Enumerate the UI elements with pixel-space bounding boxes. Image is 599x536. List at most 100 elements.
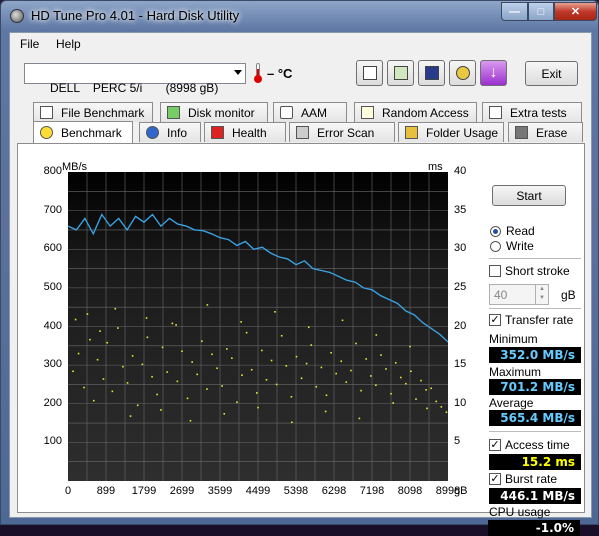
access-time-point [86, 313, 89, 315]
read-label: Read [506, 224, 535, 238]
access-time-point [111, 390, 114, 393]
short-stroke-input[interactable]: 40 ▲ ▼ [489, 284, 549, 305]
menu-file[interactable]: File [20, 37, 39, 51]
drive-select-value: DELL PERC 5/i (8998 gB) [50, 81, 219, 95]
access-time-point [425, 389, 427, 391]
read-radio[interactable] [490, 226, 501, 237]
access-time-point [145, 317, 148, 319]
access-time-point [241, 374, 243, 376]
access-time-point [300, 377, 303, 380]
transfer-rate-checkbox[interactable]: ✓ [489, 314, 501, 326]
access-time-point [77, 352, 80, 355]
y-tick-left: 200 [43, 396, 62, 409]
tab-extra-tests[interactable]: Extra tests [482, 102, 582, 122]
access-time-point [399, 376, 402, 379]
y-tick-left: 700 [43, 203, 62, 216]
access-time-point [74, 318, 77, 321]
x-tick: 4499 [245, 485, 271, 497]
maximum-label: Maximum [489, 365, 542, 379]
tab-info[interactable]: Info [139, 122, 201, 142]
access-time-point [275, 383, 278, 386]
benchmark-panel: MB/s ms 800 700 600 500 400 300 200 100 40 35 30 2… [17, 143, 585, 519]
access-time-point [315, 385, 318, 388]
minimum-value: 352.0 MB/s [489, 347, 581, 363]
tab-benchmark[interactable]: Benchmark [33, 121, 133, 143]
x-tick: 3599 [207, 485, 233, 497]
access-time-point [211, 353, 213, 356]
y-tick-right: 30 [454, 242, 467, 255]
access-time-point [392, 402, 394, 404]
access-time-point [394, 362, 397, 364]
access-time-point [231, 357, 233, 359]
access-time-label: Access time [505, 438, 570, 452]
access-time-point [83, 386, 85, 389]
access-time-point [151, 375, 153, 378]
benchmark-icon [40, 126, 53, 139]
spinner-icon[interactable]: ▲ ▼ [535, 285, 548, 304]
window-title: HD Tune Pro 4.01 - Hard Disk Utility [31, 8, 240, 23]
burst-rate-value: 446.1 MB/s [489, 488, 581, 504]
access-time-point [305, 362, 308, 365]
write-radio[interactable] [490, 241, 501, 252]
tab-erase[interactable]: Erase [508, 122, 583, 142]
access-time-point [370, 375, 372, 377]
access-time-point [375, 334, 378, 336]
tab-disk-monitor[interactable]: Disk monitor [160, 102, 268, 122]
tab-folder-usage[interactable]: Folder Usage [398, 122, 504, 142]
x-tick: 1799 [131, 485, 157, 497]
menu-help[interactable]: Help [56, 37, 81, 51]
maximize-button[interactable]: □ [528, 2, 554, 21]
access-time-point [117, 327, 119, 329]
save-button[interactable] [418, 60, 445, 86]
app-icon [10, 9, 24, 23]
short-stroke-checkbox[interactable] [489, 265, 501, 277]
short-stroke-label: Short stroke [505, 264, 570, 278]
info-icon [146, 126, 159, 139]
options-button[interactable] [449, 60, 476, 86]
access-time-point [175, 324, 177, 326]
burst-rate-checkbox[interactable]: ✓ [489, 473, 501, 485]
y-tick-left: 800 [43, 165, 62, 177]
title-bar[interactable]: HD Tune Pro 4.01 - Hard Disk Utility — □… [1, 1, 598, 31]
x-tick: 6298 [321, 485, 347, 497]
access-time-point [255, 392, 258, 394]
access-time-point [189, 419, 192, 422]
copy-info-icon [362, 66, 377, 80]
cpu-usage-value: -1.0% [488, 520, 580, 536]
access-time-point [385, 368, 387, 370]
divider [489, 308, 581, 309]
access-time-point [191, 361, 193, 363]
access-time-point [161, 346, 164, 349]
access-time-point [92, 399, 95, 402]
tab-random-access[interactable]: Random Access [354, 102, 477, 122]
access-time-point [99, 330, 101, 332]
benchmark-chart [68, 172, 448, 481]
access-time-point [206, 304, 209, 306]
download-button[interactable]: ↓ [480, 60, 507, 86]
chevron-down-icon [234, 70, 242, 75]
access-time-point [245, 331, 248, 334]
tab-aam[interactable]: AAM [273, 102, 347, 122]
tab-error-scan[interactable]: Error Scan [289, 122, 395, 142]
access-time-point [295, 355, 298, 358]
close-button[interactable]: ✕ [554, 2, 597, 21]
start-button[interactable]: Start [492, 185, 566, 206]
trash-icon [515, 126, 528, 139]
exit-button[interactable]: Exit [525, 61, 578, 86]
drive-select[interactable]: DELL PERC 5/i (8998 gB) [24, 63, 246, 95]
copy-info-button[interactable] [356, 60, 383, 86]
minimize-button[interactable]: — [501, 2, 528, 21]
burst-rate-label: Burst rate [505, 472, 558, 486]
access-time-point [285, 365, 288, 367]
tab-health[interactable]: Health [204, 122, 286, 142]
access-time-point [240, 321, 242, 323]
access-time-checkbox[interactable]: ✓ [489, 439, 501, 451]
menu-bar: File Help [10, 33, 591, 55]
copy-screenshot-button[interactable] [387, 60, 414, 86]
access-time-point [290, 395, 293, 398]
access-time-point [390, 392, 392, 395]
x-tick: 0 [64, 485, 72, 497]
access-time-point [96, 358, 99, 361]
tab-file-benchmark[interactable]: File Benchmark [33, 102, 153, 122]
access-time-point [310, 344, 313, 346]
